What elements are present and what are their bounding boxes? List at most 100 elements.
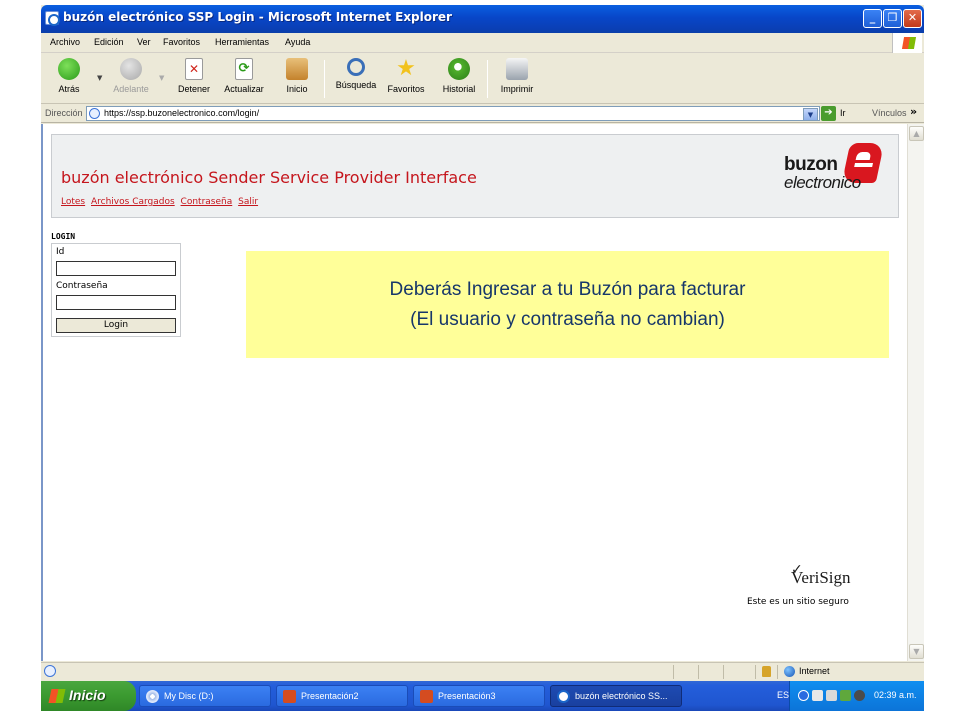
task-my-disc[interactable]: My Disc (D:) bbox=[139, 685, 271, 707]
home-button[interactable]: Inicio bbox=[271, 58, 323, 94]
minimize-button[interactable]: _ bbox=[863, 9, 882, 28]
refresh-label: Actualizar bbox=[224, 84, 264, 94]
buzon-electronico-logo: buzon electronico bbox=[784, 143, 885, 199]
back-label: Atrás bbox=[58, 84, 80, 94]
page-header: buzón electrónico Sender Service Provide… bbox=[51, 134, 899, 218]
forward-button[interactable]: Adelante bbox=[105, 58, 157, 94]
vertical-scrollbar[interactable]: ▲ ▼ bbox=[907, 124, 924, 661]
tray-app-icon[interactable] bbox=[854, 690, 865, 701]
nav-link-contrasena[interactable]: Contraseña bbox=[181, 197, 233, 207]
id-label: Id bbox=[56, 247, 65, 257]
login-form: Id Contraseña Login bbox=[51, 243, 181, 337]
start-button[interactable]: Inicio bbox=[41, 681, 136, 711]
search-icon bbox=[347, 58, 365, 76]
verisign-caption: Este es un sitio seguro bbox=[747, 597, 849, 607]
ie-page-icon bbox=[557, 690, 570, 703]
favorites-button[interactable]: ★ Favoritos bbox=[380, 56, 432, 95]
powerpoint-icon bbox=[420, 690, 433, 703]
back-dropdown-icon[interactable]: ▼ bbox=[97, 74, 102, 82]
links-toolbar[interactable]: Vínculos bbox=[872, 108, 907, 118]
ie-page-icon bbox=[45, 11, 60, 26]
forward-dropdown-icon[interactable]: ▼ bbox=[159, 74, 164, 82]
home-icon bbox=[286, 58, 308, 80]
menu-ver[interactable]: Ver bbox=[137, 37, 151, 47]
nav-link-salir[interactable]: Salir bbox=[238, 197, 258, 207]
network-icon[interactable] bbox=[812, 690, 823, 701]
security-zone: Internet bbox=[799, 666, 830, 676]
password-field[interactable] bbox=[56, 295, 176, 310]
volume-icon[interactable] bbox=[826, 690, 837, 701]
menu-archivo[interactable]: Archivo bbox=[50, 37, 80, 47]
history-label: Historial bbox=[442, 84, 476, 94]
address-input[interactable]: https://ssp.buzonelectronico.com/login/ … bbox=[86, 106, 820, 121]
address-dropdown-icon[interactable]: ▼ bbox=[803, 108, 818, 121]
history-button[interactable]: Historial bbox=[433, 58, 485, 94]
refresh-icon: ⟳ bbox=[235, 58, 253, 80]
note-line-2: (El usuario y contraseña no cambian) bbox=[410, 309, 725, 330]
windows-flag-icon bbox=[48, 689, 66, 703]
print-label: Imprimir bbox=[500, 84, 534, 94]
note-line-1: Deberás Ingresar a tu Buzón para factura… bbox=[389, 279, 746, 300]
nav-link-archivos-cargados[interactable]: Archivos Cargados bbox=[91, 197, 175, 207]
ie-window: buzón electrónico SSP Login - Microsoft … bbox=[41, 5, 924, 711]
go-arrow-icon[interactable]: ➔ bbox=[821, 106, 836, 121]
task-label: Presentación3 bbox=[438, 691, 496, 701]
address-bar: Dirección https://ssp.buzonelectronico.c… bbox=[41, 105, 924, 123]
tray-arrow-icon[interactable] bbox=[798, 690, 809, 701]
page-viewport: buzón electrónico Sender Service Provide… bbox=[41, 124, 907, 661]
verisign-seal[interactable]: ✓ VeriSign Este es un sitio seguro bbox=[743, 562, 873, 612]
nav-link-lotes[interactable]: Lotes bbox=[61, 197, 85, 207]
address-url[interactable]: https://ssp.buzonelectronico.com/login/ bbox=[104, 108, 259, 118]
stop-button[interactable]: ✕ Detener bbox=[168, 58, 220, 94]
language-indicator[interactable]: ES bbox=[777, 690, 789, 700]
system-tray: ES 02:39 a.m. bbox=[777, 681, 924, 711]
menu-edicion[interactable]: Edición bbox=[94, 37, 124, 47]
back-button[interactable]: Atrás bbox=[43, 58, 95, 94]
go-button[interactable]: Ir bbox=[840, 108, 846, 118]
login-heading: LOGIN bbox=[51, 232, 76, 241]
id-field[interactable] bbox=[56, 261, 176, 276]
task-label: Presentación2 bbox=[301, 691, 359, 701]
forward-arrow-icon bbox=[120, 58, 142, 80]
refresh-button[interactable]: ⟳ Actualizar bbox=[218, 58, 270, 94]
tray-app-icon[interactable] bbox=[840, 690, 851, 701]
menu-ayuda[interactable]: Ayuda bbox=[285, 37, 310, 47]
status-divider bbox=[723, 665, 724, 679]
scroll-down-icon[interactable]: ▼ bbox=[909, 644, 924, 659]
back-arrow-icon bbox=[58, 58, 80, 80]
task-label: My Disc (D:) bbox=[164, 691, 214, 701]
task-presentacion3[interactable]: Presentación3 bbox=[413, 685, 545, 707]
menu-herramientas[interactable]: Herramientas bbox=[215, 37, 269, 47]
clock: 02:39 a.m. bbox=[874, 690, 917, 700]
search-button[interactable]: Búsqueda bbox=[330, 58, 382, 90]
powerpoint-icon bbox=[283, 690, 296, 703]
ie-page-icon bbox=[89, 108, 100, 119]
search-label: Búsqueda bbox=[335, 80, 377, 90]
instruction-note: Deberás Ingresar a tu Buzón para factura… bbox=[246, 251, 889, 358]
task-label: buzón electrónico SS... bbox=[575, 691, 668, 701]
task-presentacion2[interactable]: Presentación2 bbox=[276, 685, 408, 707]
login-button[interactable]: Login bbox=[56, 318, 176, 333]
close-button[interactable]: ✕ bbox=[903, 9, 922, 28]
status-divider bbox=[755, 665, 756, 679]
status-divider bbox=[698, 665, 699, 679]
menu-bar: Archivo Edición Ver Favoritos Herramient… bbox=[41, 33, 924, 53]
task-buzon-electronico[interactable]: buzón electrónico SS... bbox=[550, 685, 682, 707]
menu-favoritos[interactable]: Favoritos bbox=[163, 37, 200, 47]
title-bar[interactable]: buzón electrónico SSP Login - Microsoft … bbox=[41, 5, 924, 33]
print-button[interactable]: Imprimir bbox=[491, 58, 543, 94]
favorites-label: Favoritos bbox=[387, 84, 425, 94]
links-chevron-icon[interactable]: » bbox=[910, 105, 917, 118]
maximize-button[interactable]: ❐ bbox=[883, 9, 902, 28]
standard-toolbar: Atrás ▼ Adelante ▼ ✕ Detener ⟳ Actualiza… bbox=[41, 54, 924, 104]
status-divider bbox=[777, 665, 778, 679]
star-icon: ★ bbox=[396, 56, 416, 81]
page-status-icon bbox=[44, 665, 56, 677]
scroll-up-icon[interactable]: ▲ bbox=[909, 126, 924, 141]
internet-zone-icon bbox=[784, 666, 795, 677]
forward-label: Adelante bbox=[113, 84, 149, 94]
password-label: Contraseña bbox=[56, 281, 108, 291]
start-label: Inicio bbox=[69, 687, 106, 703]
printer-icon bbox=[506, 58, 528, 80]
home-label: Inicio bbox=[286, 84, 308, 94]
